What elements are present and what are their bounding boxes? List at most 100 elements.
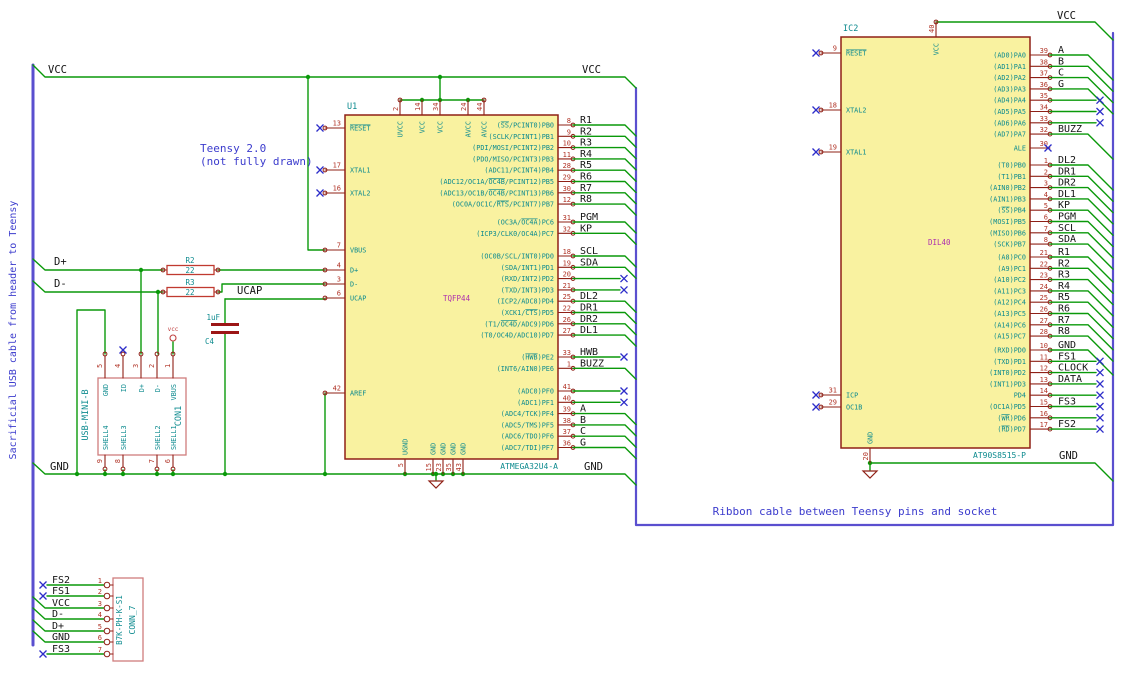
pin-number: 19 (829, 144, 837, 152)
pin-name: (TXD/INT3)PD3 (501, 286, 554, 294)
ic-part-name: ATMEGA32U4-A (500, 462, 558, 471)
pin-name: (OC0A/OC1C/RTS/PCINT7)PB7 (452, 201, 554, 209)
pin-number: 6 (164, 459, 172, 463)
pin-name: RESET (350, 125, 370, 133)
pin-number: 9 (96, 459, 104, 463)
capacitor-c4-plate (211, 331, 239, 334)
pin-name: (ADC1)PF1 (517, 399, 554, 407)
pin-name: (T1/OC4D/ADC9)PD6 (484, 320, 554, 328)
pin-number: 15 (1040, 399, 1048, 407)
pin-number: 1 (164, 364, 172, 368)
wire (572, 334, 637, 347)
no-connect-icon (812, 49, 820, 57)
pin-number: 2 (98, 588, 102, 596)
junction-dot (155, 289, 161, 295)
connector-reference: CONN_7 (128, 605, 137, 634)
pin-name: (TXD)PD1 (993, 358, 1026, 366)
note-sacrificial-cable: Sacrificial USB cable from header to Tee… (8, 201, 19, 460)
pin-number: 26 (563, 316, 571, 324)
pin-name: VCC (933, 43, 941, 55)
pin-number: 33 (1040, 115, 1048, 123)
pin-name: ICP (846, 392, 858, 400)
vcc-power-symbol (169, 334, 177, 342)
ic-part-name: AT90S8515-P (973, 451, 1026, 460)
pin-number: 16 (1040, 410, 1048, 418)
resistor-value: 22 (185, 266, 194, 275)
pin-number: 42 (333, 385, 341, 393)
junction-dot (305, 74, 311, 80)
note-ribbon-cable: Ribbon cable between Teensy pins and soc… (713, 505, 998, 518)
pin-name: (ADC4/TCK)PF4 (501, 410, 554, 418)
pin-end-circle (103, 627, 111, 635)
pin-number: 41 (563, 383, 571, 391)
pin-number: 8 (567, 117, 571, 125)
pin-end-circle (103, 615, 111, 623)
capacitor-value: 1uF (206, 313, 220, 322)
resistor-value: 22 (185, 288, 194, 297)
pin-name: (A10)PC2 (993, 276, 1026, 284)
net-label: UCAP (237, 285, 262, 297)
pin-number: 24 (460, 103, 468, 111)
pin-name: OC1B (846, 404, 862, 412)
schematic-page: VCC VCC VCC GND GND GND D+ D- UCAP vcc Sacrificial… (0, 0, 1131, 690)
vcc-power-label: vcc (168, 326, 179, 333)
pin-name: AVCC (465, 121, 473, 137)
ic-reference: IC2 (843, 24, 858, 34)
pin-number: 7 (98, 646, 102, 654)
pin-number: 1 (98, 577, 102, 585)
pin-number: 18 (563, 248, 571, 256)
pin-name: (ADC6/TDO)PF6 (501, 433, 554, 441)
pin-number: 2 (1044, 168, 1048, 176)
pin-number: 22 (1040, 260, 1048, 268)
pin-number: 22 (563, 305, 571, 313)
wire-label: FS1 (52, 586, 70, 597)
wire (32, 64, 637, 89)
pin-name: (AD5)PA5 (993, 108, 1026, 116)
no-connect-icon (620, 274, 628, 283)
junction-dot (154, 471, 160, 477)
pin-name: (AD0)PA0 (993, 52, 1026, 60)
pin-number: 25 (563, 293, 571, 301)
pin-number: 29 (829, 399, 837, 407)
connector-name: B7K-PH-K-S1 (115, 595, 124, 645)
pin-number: 9 (567, 128, 571, 136)
pin-number: 2 (392, 107, 400, 111)
no-connect-icon (620, 387, 628, 395)
pin-number: 27 (563, 327, 571, 335)
pin-number: 12 (1040, 365, 1048, 373)
no-connect-icon (620, 353, 628, 361)
pin-number: 34 (1040, 104, 1048, 112)
pin-name: D- (154, 384, 162, 392)
pin-name: UGND (402, 439, 410, 455)
pin-number: 33 (563, 349, 571, 357)
ground-symbol (861, 470, 879, 479)
pin-name: (MOSI)PB5 (989, 218, 1026, 226)
net-label: GND (584, 461, 603, 473)
pin-name: D+ (350, 267, 358, 275)
pin-number: 6 (337, 290, 341, 298)
pin-name: (RXD)PD0 (993, 347, 1026, 355)
pin-number: 14 (414, 103, 422, 111)
ic-value: DIL40 (928, 238, 951, 247)
pin-name: D+ (138, 384, 146, 392)
net-label: GND (1059, 450, 1078, 462)
no-connect-icon (39, 650, 47, 658)
pin-name: (OC0B/SCL/INT0)PD0 (480, 253, 554, 261)
no-connect-icon (812, 403, 820, 411)
no-connect-icon (1096, 107, 1104, 116)
pin-number: 8 (1044, 236, 1048, 244)
pin-number: 5 (1044, 202, 1048, 210)
pin-number: 6 (98, 634, 102, 642)
pin-number: 21 (1040, 249, 1048, 257)
pin-number: 11 (563, 151, 571, 159)
pin-number: 1 (567, 360, 571, 368)
pin-number: 12 (563, 196, 571, 204)
net-label: D+ (54, 256, 67, 268)
pin-name: UVCC (397, 121, 405, 137)
pin-number: 38 (563, 417, 571, 425)
no-connect-icon (316, 124, 324, 132)
capacitor-c4[interactable] (211, 323, 239, 326)
pin-name: (RXD/INT2)PD2 (501, 275, 554, 283)
pin-number: 10 (1040, 342, 1048, 350)
ic-reference: U1 (347, 102, 357, 112)
